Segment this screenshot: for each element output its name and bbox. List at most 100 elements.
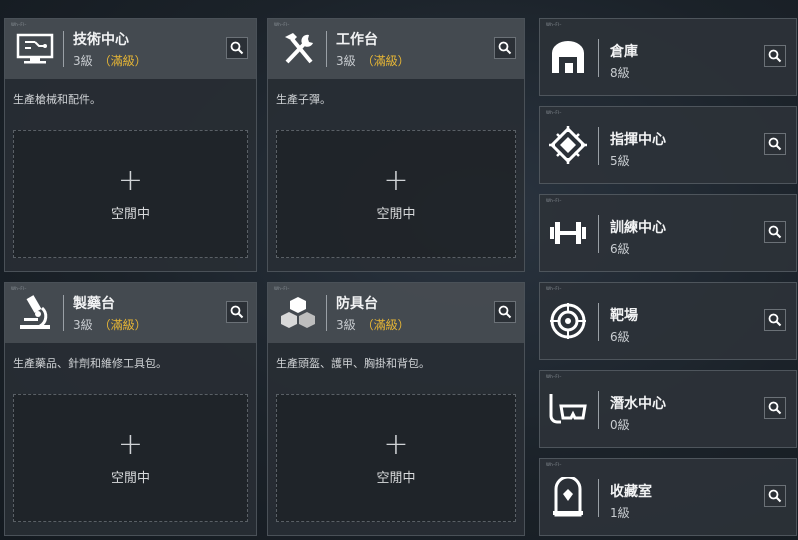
search-icon <box>230 305 244 319</box>
search-icon <box>498 305 512 319</box>
maxed-badge: （滿級） <box>98 318 147 332</box>
trophy-case-icon <box>544 473 592 521</box>
micro-label: Wh–Fl– <box>546 286 562 291</box>
facility-name: 靶場 <box>610 308 638 324</box>
inspect-button[interactable] <box>764 133 786 155</box>
header-divider <box>598 127 599 165</box>
search-icon <box>768 49 782 63</box>
add-production-icon: + <box>383 426 409 462</box>
card-header: Wh–Fl– 工作台 3級 （滿級） <box>268 19 524 79</box>
header-divider <box>598 39 599 77</box>
production-slot[interactable]: + 空閒中 <box>13 130 248 258</box>
micro-label: Wh–Fl– <box>274 22 290 27</box>
inspect-button[interactable] <box>226 301 248 323</box>
facility-level: 3級 （滿級） <box>336 52 410 69</box>
facility-card-shooting-range[interactable]: Wh–Fl– 靶場 6級 <box>539 282 797 360</box>
facility-name: 訓練中心 <box>610 220 666 236</box>
dumbbell-icon <box>544 209 592 257</box>
add-production-icon: + <box>117 162 144 198</box>
slot-status: 空閒中 <box>110 206 150 222</box>
search-icon <box>768 401 782 415</box>
header-divider <box>326 31 327 67</box>
inspect-button[interactable] <box>764 485 786 507</box>
card-header: Wh–Fl– 製藥台 3級 （滿級） <box>5 283 256 343</box>
facility-name: 工作台 <box>336 32 378 48</box>
production-slot[interactable]: + 空閒中 <box>276 394 516 522</box>
slot-status: 空閒中 <box>376 206 416 222</box>
facility-name: 技術中心 <box>73 32 129 48</box>
maxed-badge: （滿級） <box>361 54 410 68</box>
facility-level: 5級 <box>610 154 630 168</box>
inspect-button[interactable] <box>226 37 248 59</box>
target-icon <box>544 297 592 345</box>
inspect-button[interactable] <box>764 221 786 243</box>
computer-icon <box>9 28 61 70</box>
facility-name: 指揮中心 <box>610 132 666 148</box>
facility-level: 3級 （滿級） <box>336 316 410 333</box>
warehouse-icon <box>544 33 592 81</box>
facility-name: 防具台 <box>336 296 378 312</box>
micro-label: Wh–Fl– <box>546 374 562 379</box>
facility-level: 3級 （滿級） <box>73 316 147 333</box>
maxed-badge: （滿級） <box>361 318 410 332</box>
level-value: 3級 <box>336 54 356 68</box>
level-value: 3級 <box>73 318 93 332</box>
header-divider <box>326 295 327 331</box>
inspect-button[interactable] <box>494 301 516 323</box>
production-slot[interactable]: + 空閒中 <box>13 394 248 522</box>
cubes-icon <box>272 292 324 334</box>
facility-card-workbench[interactable]: Wh–Fl– 工作台 3級 （滿級） 生產子彈。 + 空閒中 <box>267 18 525 272</box>
search-icon <box>498 41 512 55</box>
header-divider <box>598 479 599 517</box>
facility-description: 生產子彈。 <box>276 93 331 106</box>
facility-card-command-center[interactable]: Wh–Fl– 指揮中心 5級 <box>539 106 797 184</box>
search-icon <box>768 225 782 239</box>
card-header: Wh–Fl– 防具台 3級 （滿級） <box>268 283 524 343</box>
header-divider <box>598 391 599 429</box>
search-icon <box>768 489 782 503</box>
facility-level: 0級 <box>610 418 630 432</box>
facility-card-training-center[interactable]: Wh–Fl– 訓練中心 6級 <box>539 194 797 272</box>
micro-label: Wh–Fl– <box>546 198 562 203</box>
facility-level: 6級 <box>610 242 630 256</box>
facility-card-pharmacy[interactable]: Wh–Fl– 製藥台 3級 （滿級） 生產藥品、針劑和維修工具包。 + 空閒中 <box>4 282 257 536</box>
slot-status: 空閒中 <box>110 470 150 486</box>
facility-card-armor-bench[interactable]: Wh–Fl– 防具台 3級 （滿級） 生產頭盔、護甲、胸掛和背包。 + 空閒中 <box>267 282 525 536</box>
facility-card-warehouse[interactable]: Wh–Fl– 倉庫 8級 <box>539 18 797 96</box>
facility-name: 潛水中心 <box>610 396 666 412</box>
facility-level: 3級 （滿級） <box>73 52 147 69</box>
facility-name: 製藥台 <box>73 296 115 312</box>
card-header: Wh–Fl– 技術中心 3級 （滿級） <box>5 19 256 79</box>
diving-mask-icon <box>544 385 592 433</box>
header-divider <box>598 215 599 253</box>
production-slot[interactable]: + 空閒中 <box>276 130 516 258</box>
facility-card-collection-room[interactable]: Wh–Fl– 收藏室 1級 <box>539 458 797 536</box>
add-production-icon: + <box>383 162 409 198</box>
facility-description: 生產藥品、針劑和維修工具包。 <box>13 357 167 370</box>
facility-name: 收藏室 <box>610 484 652 500</box>
facility-description: 生產頭盔、護甲、胸掛和背包。 <box>276 357 430 370</box>
command-chip-icon <box>544 121 592 169</box>
facility-level: 1級 <box>610 506 630 520</box>
inspect-button[interactable] <box>764 309 786 331</box>
inspect-button[interactable] <box>764 45 786 67</box>
facility-card-diving-center[interactable]: Wh–Fl– 潛水中心 0級 <box>539 370 797 448</box>
header-divider <box>63 31 64 67</box>
add-production-icon: + <box>117 426 144 462</box>
facility-card-tech-center[interactable]: Wh–Fl– 技術中心 3級 （滿級） 生產槍械和配件。 + 空閒中 <box>4 18 257 272</box>
facility-description: 生產槍械和配件。 <box>13 93 101 106</box>
inspect-button[interactable] <box>764 397 786 419</box>
micro-label: Wh–Fl– <box>11 286 27 291</box>
level-value: 3級 <box>73 54 93 68</box>
micro-label: Wh–Fl– <box>11 22 27 27</box>
facility-name: 倉庫 <box>610 44 638 60</box>
maxed-badge: （滿級） <box>98 54 147 68</box>
facility-level: 8級 <box>610 66 630 80</box>
inspect-button[interactable] <box>494 37 516 59</box>
search-icon <box>230 41 244 55</box>
hammer-wrench-icon <box>272 28 324 70</box>
microscope-icon <box>9 292 61 334</box>
search-icon <box>768 313 782 327</box>
level-value: 3級 <box>336 318 356 332</box>
header-divider <box>598 303 599 341</box>
